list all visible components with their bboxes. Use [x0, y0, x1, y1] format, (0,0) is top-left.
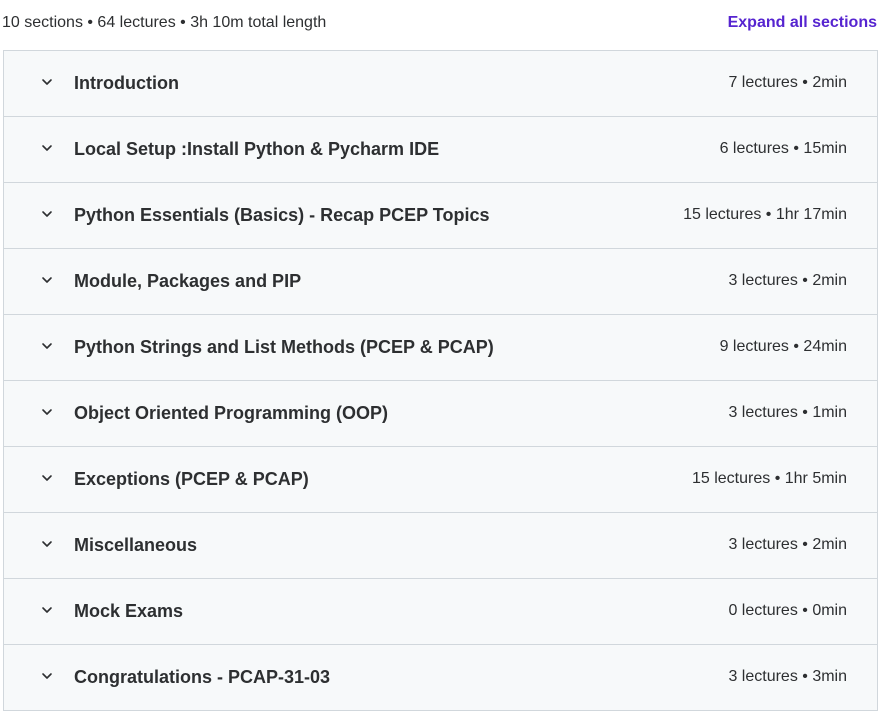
section-meta: 6 lectures • 15min	[719, 140, 847, 157]
section-meta: 15 lectures • 1hr 5min	[691, 470, 847, 487]
section-title: Module, Packages and PIP	[74, 271, 302, 291]
chevron-down-icon	[40, 471, 54, 485]
chevron-down-icon	[40, 207, 54, 221]
section-row[interactable]: Miscellaneous 3 lectures • 2min	[4, 513, 877, 579]
section-row[interactable]: Object Oriented Programming (OOP) 3 lect…	[4, 381, 877, 447]
section-meta: 7 lectures • 2min	[728, 74, 847, 91]
chevron-down-icon	[40, 339, 54, 353]
section-title: Introduction	[74, 73, 179, 93]
section-row[interactable]: Introduction 7 lectures • 2min	[4, 51, 877, 117]
chevron-down-icon	[40, 537, 54, 551]
section-meta: 15 lectures • 1hr 17min	[683, 206, 847, 223]
section-title: Python Strings and List Methods (PCEP & …	[74, 337, 494, 357]
section-meta: 3 lectures • 2min	[728, 536, 847, 553]
chevron-down-icon	[40, 405, 54, 419]
chevron-down-icon	[40, 141, 54, 155]
section-row[interactable]: Python Strings and List Methods (PCEP & …	[4, 315, 877, 381]
section-row[interactable]: Congratulations - PCAP-31-03 3 lectures …	[4, 645, 877, 711]
curriculum-summary: 10 sections • 64 lectures • 3h 10m total…	[2, 14, 327, 31]
section-title: Congratulations - PCAP-31-03	[74, 667, 331, 687]
section-title: Mock Exams	[74, 601, 184, 621]
chevron-down-icon	[40, 603, 54, 617]
section-title: Python Essentials (Basics) - Recap PCEP …	[74, 205, 490, 225]
section-meta: 0 lectures • 0min	[728, 602, 847, 619]
section-title: Object Oriented Programming (OOP)	[74, 403, 389, 423]
section-row[interactable]: Module, Packages and PIP 3 lectures • 2m…	[4, 249, 877, 315]
section-title: Exceptions (PCEP & PCAP)	[74, 469, 309, 489]
section-row[interactable]: Mock Exams 0 lectures • 0min	[4, 579, 877, 645]
section-row[interactable]: Python Essentials (Basics) - Recap PCEP …	[4, 183, 877, 249]
expand-all-sections-button[interactable]: Expand all sections	[728, 14, 877, 32]
section-row[interactable]: Local Setup :Install Python & Pycharm ID…	[4, 117, 877, 183]
section-meta: 3 lectures • 3min	[728, 668, 847, 685]
section-meta: 9 lectures • 24min	[719, 338, 847, 355]
section-title: Miscellaneous	[74, 535, 198, 555]
curriculum-summary-bar: 10 sections • 64 lectures • 3h 10m total…	[0, 0, 880, 50]
chevron-down-icon	[40, 75, 54, 89]
section-meta: 3 lectures • 1min	[728, 404, 847, 421]
section-row[interactable]: Exceptions (PCEP & PCAP) 15 lectures • 1…	[4, 447, 877, 513]
section-list: Introduction 7 lectures • 2min Local Set…	[3, 50, 878, 711]
chevron-down-icon	[40, 669, 54, 683]
section-title: Local Setup :Install Python & Pycharm ID…	[74, 139, 440, 159]
chevron-down-icon	[40, 273, 54, 287]
section-meta: 3 lectures • 2min	[728, 272, 847, 289]
